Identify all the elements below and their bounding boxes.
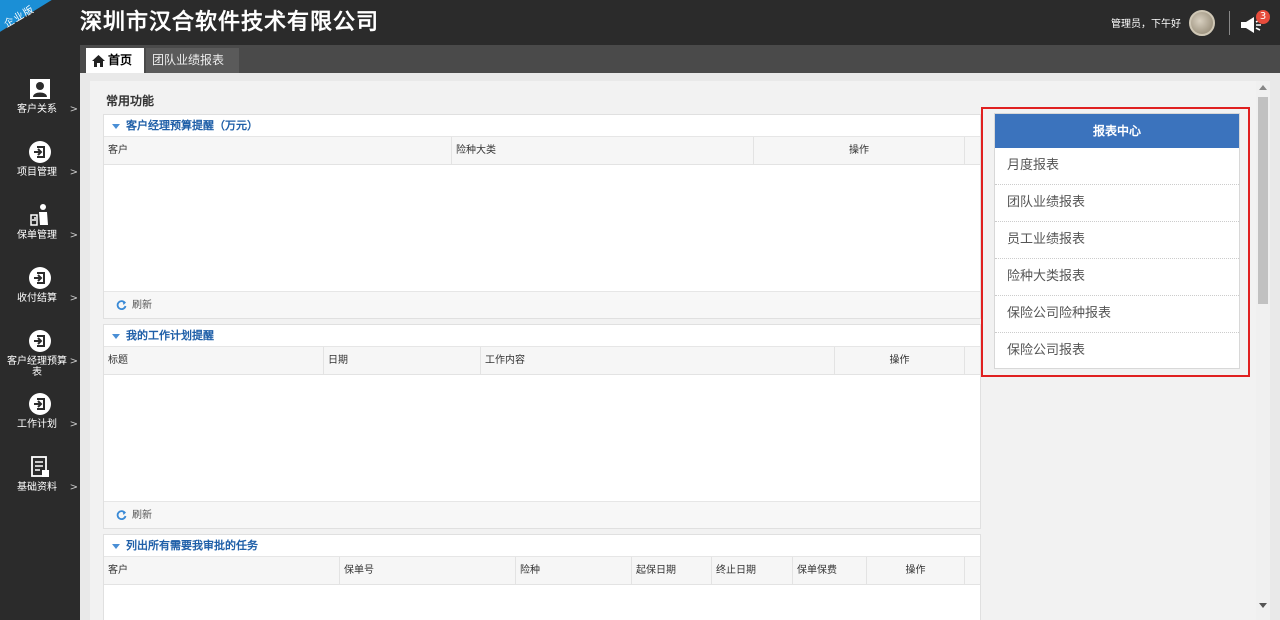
sidebar-item-settlement[interactable]: 收付结算 > xyxy=(0,266,80,326)
caret-down-icon xyxy=(112,333,120,339)
notification-button[interactable]: 3 xyxy=(1238,8,1270,38)
sidebar-item-workplan[interactable]: 工作计划 > xyxy=(0,392,80,452)
report-link-insurer[interactable]: 保险公司报表 xyxy=(995,333,1239,370)
person-chart-icon xyxy=(30,204,48,226)
user-icon xyxy=(30,79,50,99)
tasks-panel-header[interactable]: 列出所有需要我审批的任务 xyxy=(104,535,980,557)
sidebar-item-customer[interactable]: 客户关系 > xyxy=(0,77,80,137)
enter-icon xyxy=(29,267,51,289)
report-link-team[interactable]: 团队业绩报表 xyxy=(995,185,1239,222)
budget-panel-header[interactable]: 客户经理预算提醒（万元） xyxy=(104,115,980,137)
column-header[interactable]: 保单保费 xyxy=(793,557,867,585)
user-greeting: 管理员，下午好 xyxy=(1111,19,1181,30)
column-header[interactable]: 操作 xyxy=(867,557,965,585)
column-header[interactable]: 保单号 xyxy=(340,557,516,585)
report-link-insurer-category[interactable]: 保险公司险种报表 xyxy=(995,296,1239,333)
column-header[interactable]: 操作 xyxy=(754,137,965,165)
user-area: 管理员，下午好 3 xyxy=(1111,0,1280,45)
column-header[interactable]: 工作内容 xyxy=(481,347,835,375)
report-link-category[interactable]: 险种大类报表 xyxy=(995,259,1239,296)
workplan-grid-header: 标题 日期 工作内容 操作 xyxy=(104,347,980,375)
chevron-right-icon: > xyxy=(69,167,78,178)
tab-team-report-label: 团队业绩报表 xyxy=(152,53,225,67)
tasks-grid-header: 客户 保单号 险种 起保日期 终止日期 保单保费 操作 xyxy=(104,557,980,585)
budget-grid-header: 客户 险种大类 操作 xyxy=(104,137,980,165)
workplan-refresh-button[interactable]: 刷新 xyxy=(104,501,980,528)
column-header[interactable]: 操作 xyxy=(835,347,965,375)
enter-icon xyxy=(29,141,51,163)
sidebar-item-label: 项目管理 xyxy=(17,167,57,178)
scroll-up-icon[interactable] xyxy=(1259,85,1267,90)
workplan-grid-body xyxy=(104,375,980,501)
sidebar-item-budget[interactable]: 客户经理预算表 > xyxy=(0,329,80,389)
chevron-right-icon: > xyxy=(69,230,78,241)
document-icon xyxy=(31,456,49,477)
workplan-panel: 我的工作计划提醒 标题 日期 工作内容 操作 刷新 xyxy=(103,324,981,529)
column-header[interactable]: 险种大类 xyxy=(452,137,754,165)
sidebar-item-basedata[interactable]: 基础资料 > xyxy=(0,455,80,515)
sidebar-item-project[interactable]: 项目管理 > xyxy=(0,140,80,200)
company-title: 深圳市汉合软件技术有限公司 xyxy=(80,10,380,35)
sidebar-item-label: 客户经理预算表 xyxy=(7,356,67,378)
column-header[interactable]: 标题 xyxy=(104,347,324,375)
column-header[interactable]: 客户 xyxy=(104,557,340,585)
caret-down-icon xyxy=(112,123,120,129)
chevron-right-icon: > xyxy=(69,356,78,367)
tasks-panel: 列出所有需要我审批的任务 客户 保单号 险种 起保日期 终止日期 保单保费 操作 xyxy=(103,534,981,620)
report-center-title: 报表中心 xyxy=(995,114,1239,148)
scrollbar-thumb[interactable] xyxy=(1258,97,1268,304)
workplan-panel-header[interactable]: 我的工作计划提醒 xyxy=(104,325,980,347)
sidebar: 客户关系 > 项目管理 > 保单管理 > 收付结算 > 客户经理预算表 > 工作… xyxy=(0,45,80,620)
column-header[interactable]: 客户 xyxy=(104,137,452,165)
refresh-icon xyxy=(116,509,127,520)
report-link-monthly[interactable]: 月度报表 xyxy=(995,148,1239,185)
column-header[interactable]: 险种 xyxy=(516,557,632,585)
tab-home[interactable]: 首页 xyxy=(86,48,144,73)
refresh-label: 刷新 xyxy=(132,300,152,311)
column-header[interactable]: 终止日期 xyxy=(712,557,793,585)
budget-panel-title: 客户经理预算提醒（万元） xyxy=(126,119,258,132)
caret-down-icon xyxy=(112,543,120,549)
vertical-scrollbar[interactable] xyxy=(1256,81,1270,620)
tab-home-label: 首页 xyxy=(108,53,133,67)
sidebar-item-label: 基础资料 xyxy=(17,482,57,493)
sidebar-item-label: 客户关系 xyxy=(17,104,57,115)
edition-ribbon: 企业版 xyxy=(0,0,80,45)
enter-icon xyxy=(29,393,51,415)
refresh-label: 刷新 xyxy=(132,510,152,521)
section-title: 常用功能 xyxy=(106,94,155,108)
budget-panel: 客户经理预算提醒（万元） 客户 险种大类 操作 刷新 xyxy=(103,114,981,319)
notification-badge: 3 xyxy=(1256,9,1270,24)
chevron-right-icon: > xyxy=(69,419,78,430)
tab-team-report[interactable]: 团队业绩报表× xyxy=(146,48,239,92)
report-center: 报表中心 月度报表 团队业绩报表 员工业绩报表 险种大类报表 保险公司险种报表 … xyxy=(994,113,1240,369)
chevron-right-icon: > xyxy=(69,293,78,304)
header-divider xyxy=(1229,10,1230,35)
avatar[interactable] xyxy=(1189,9,1215,36)
refresh-icon xyxy=(116,299,127,310)
scroll-down-icon[interactable] xyxy=(1259,603,1267,608)
sidebar-item-policy[interactable]: 保单管理 > xyxy=(0,203,80,263)
sidebar-item-label: 工作计划 xyxy=(17,419,57,430)
home-icon xyxy=(92,54,105,67)
sidebar-item-label: 保单管理 xyxy=(17,230,57,241)
budget-refresh-button[interactable]: 刷新 xyxy=(104,291,980,318)
chevron-right-icon: > xyxy=(69,104,78,115)
enter-icon xyxy=(29,330,51,352)
sidebar-item-label: 收付结算 xyxy=(17,293,57,304)
tab-bar: 首页 团队业绩报表× xyxy=(80,45,1280,92)
tasks-grid-body xyxy=(104,585,980,620)
tasks-panel-title: 列出所有需要我审批的任务 xyxy=(126,539,258,552)
top-header: 企业版 深圳市汉合软件技术有限公司 管理员，下午好 3 xyxy=(0,0,1280,45)
budget-grid-body xyxy=(104,165,980,291)
chevron-right-icon: > xyxy=(69,482,78,493)
report-link-employee[interactable]: 员工业绩报表 xyxy=(995,222,1239,259)
column-header[interactable]: 起保日期 xyxy=(632,557,712,585)
workplan-panel-title: 我的工作计划提醒 xyxy=(126,329,214,342)
column-header[interactable]: 日期 xyxy=(324,347,481,375)
